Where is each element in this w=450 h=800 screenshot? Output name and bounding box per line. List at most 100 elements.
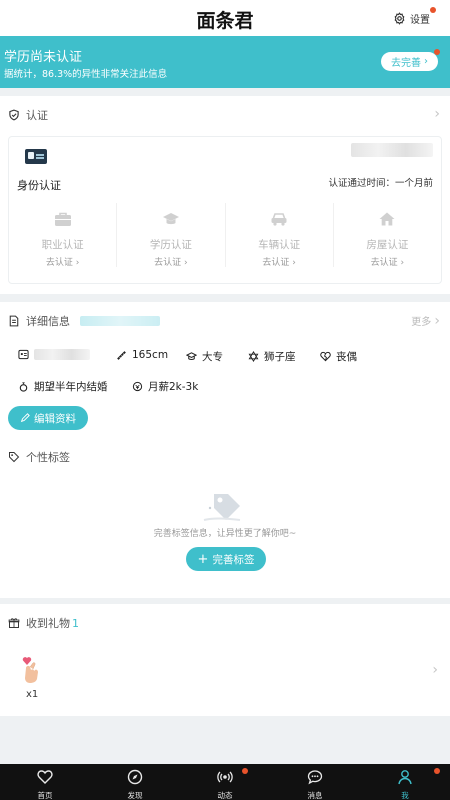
marriage-plan-value: 期望半年内结婚 — [34, 381, 108, 393]
broadcast-icon — [217, 771, 233, 783]
ring-icon — [19, 382, 28, 392]
gift-quantity: x1 — [26, 689, 39, 700]
tags-title: 个性标签 — [26, 451, 70, 464]
education-verify-name: 学历认证 — [149, 239, 192, 251]
blurred-id — [80, 316, 160, 326]
moments-notification-dot — [242, 768, 248, 774]
gifts-header: 收到礼物 1 — [0, 604, 450, 642]
education-value: 大专 — [202, 351, 223, 363]
document-icon — [9, 315, 19, 327]
briefcase-icon — [54, 212, 71, 226]
complete-button-label: 去完善 — [391, 58, 421, 69]
zodiac-value: 狮子座 — [264, 351, 296, 363]
page-title: 面条君 — [196, 10, 254, 32]
nav-me[interactable]: 我 — [360, 764, 450, 800]
nav-moments-label: 动态 — [217, 791, 233, 800]
complete-tags-button[interactable]: + 完善标签 — [186, 547, 266, 571]
verify-box: 身份认证 认证通过时间：一个月前 职业认证 去认证 › 学历认证 去认证 › 车… — [8, 136, 442, 284]
blurred-detail — [34, 349, 90, 360]
shield-check-icon — [9, 109, 19, 121]
edit-profile-label: 编辑资料 — [34, 412, 76, 425]
house-verify-item[interactable]: 房屋认证 去认证 › — [334, 203, 441, 268]
house-verify-name: 房屋认证 — [366, 239, 409, 251]
ruler-icon — [117, 350, 126, 360]
complete-button[interactable]: 去完善 › — [381, 49, 440, 71]
detail-education: 大专 — [186, 349, 223, 364]
detail-id — [18, 349, 90, 360]
me-notification-dot — [434, 768, 440, 774]
id-card-icon — [25, 149, 47, 164]
car-verify-action: 去认证 › — [262, 258, 296, 268]
top-bar: 面条君 设置 — [0, 0, 450, 36]
gift-icon — [8, 618, 20, 628]
house-icon — [379, 212, 395, 226]
education-verify-item[interactable]: 学历认证 去认证 › — [117, 203, 226, 268]
graduation-cap-icon — [162, 213, 179, 225]
verify-grid: 职业认证 去认证 › 学历认证 去认证 › 车辆认证 去认证 › 房屋认证 去认… — [9, 203, 441, 268]
tags-section: 个性标签 完善标签信息，让异性更了解你吧~ + 完善标签 — [0, 438, 450, 598]
plus-icon: + — [197, 551, 209, 567]
empty-tag-illustration-icon — [203, 494, 241, 521]
wallet-icon — [132, 381, 143, 392]
finger-heart-gift-icon — [22, 657, 38, 683]
settings-label: 设置 — [410, 15, 430, 26]
verify-title: 认证 — [26, 109, 48, 122]
compass-icon — [127, 769, 143, 785]
banner-subtitle: 据统计，86.3%的异性非常关注此信息 — [4, 69, 168, 80]
detail-zodiac: 狮子座 — [248, 349, 296, 364]
detail-height: 165cm — [116, 349, 168, 361]
details-section: 详细信息 更多 › 165cm 大专 狮子座 丧偶 期望半年内结婚 月薪2k-3… — [0, 302, 450, 442]
nav-me-label: 我 — [401, 791, 409, 800]
gear-icon — [394, 12, 405, 25]
settings-notification-dot — [430, 7, 436, 13]
car-icon — [271, 213, 287, 226]
detail-marriage-plan: 期望半年内结婚 — [18, 379, 108, 394]
graduation-cap-icon — [186, 352, 197, 360]
house-verify-action: 去认证 › — [370, 258, 405, 268]
chevron-right-icon: › — [432, 662, 438, 678]
tags-header: 个性标签 — [0, 438, 450, 476]
gifts-count: 1 — [72, 616, 79, 630]
identity-verify-label: 身份认证 — [17, 179, 61, 192]
broken-heart-icon — [320, 351, 331, 362]
job-verify-name: 职业认证 — [41, 239, 84, 251]
heart-icon — [37, 770, 53, 784]
banner-notification-dot — [434, 49, 440, 55]
edit-profile-button[interactable]: 编辑资料 — [8, 406, 88, 430]
verify-header[interactable]: 认证 › — [0, 96, 450, 134]
chevron-right-icon: › — [434, 106, 440, 122]
job-verify-item[interactable]: 职业认证 去认证 › — [9, 203, 118, 268]
blurred-name — [351, 143, 433, 157]
details-title: 详细信息 — [26, 315, 70, 328]
nav-discover[interactable]: 发现 — [90, 764, 180, 800]
details-header[interactable]: 详细信息 更多 › — [0, 302, 450, 340]
star-of-david-icon — [248, 351, 259, 362]
tags-empty-text: 完善标签信息，让异性更了解你吧~ — [153, 529, 297, 539]
detail-marital: 丧偶 — [320, 349, 357, 364]
gifts-title: 收到礼物 — [26, 617, 70, 630]
verify-time: 认证通过时间：一个月前 — [328, 178, 433, 189]
height-value: 165cm — [132, 349, 169, 361]
car-verify-item[interactable]: 车辆认证 去认证 › — [226, 203, 334, 268]
settings-button[interactable]: 设置 — [393, 7, 436, 26]
chevron-right-icon: › — [424, 56, 428, 67]
nav-messages-label: 消息 — [307, 791, 323, 800]
bottom-nav: 首页 发现 动态 消息 我 — [0, 764, 450, 800]
nav-home[interactable]: 首页 — [0, 764, 90, 800]
detail-salary: 月薪2k-3k — [132, 379, 198, 394]
education-banner[interactable]: 学历尚未认证 据统计，86.3%的异性非常关注此信息 去完善 › — [0, 36, 450, 88]
more-link[interactable]: 更多 › — [411, 313, 440, 329]
marital-value: 丧偶 — [336, 351, 357, 363]
profile-page: 面条君 设置 学历尚未认证 据统计，86.3%的异性非常关注此信息 去完善 › … — [0, 0, 450, 800]
car-verify-name: 车辆认证 — [258, 239, 301, 251]
gifts-section[interactable]: 收到礼物 1 x1 › — [0, 604, 450, 716]
id-badge-icon — [18, 349, 29, 360]
pencil-icon — [20, 413, 30, 423]
nav-messages[interactable]: 消息 — [270, 764, 360, 800]
tag-icon — [9, 452, 20, 463]
nav-moments[interactable]: 动态 — [180, 764, 270, 800]
complete-tags-label: 完善标签 — [212, 553, 255, 566]
banner-title: 学历尚未认证 — [4, 50, 83, 65]
chevron-right-icon: › — [434, 313, 440, 329]
nav-home-label: 首页 — [37, 791, 53, 800]
